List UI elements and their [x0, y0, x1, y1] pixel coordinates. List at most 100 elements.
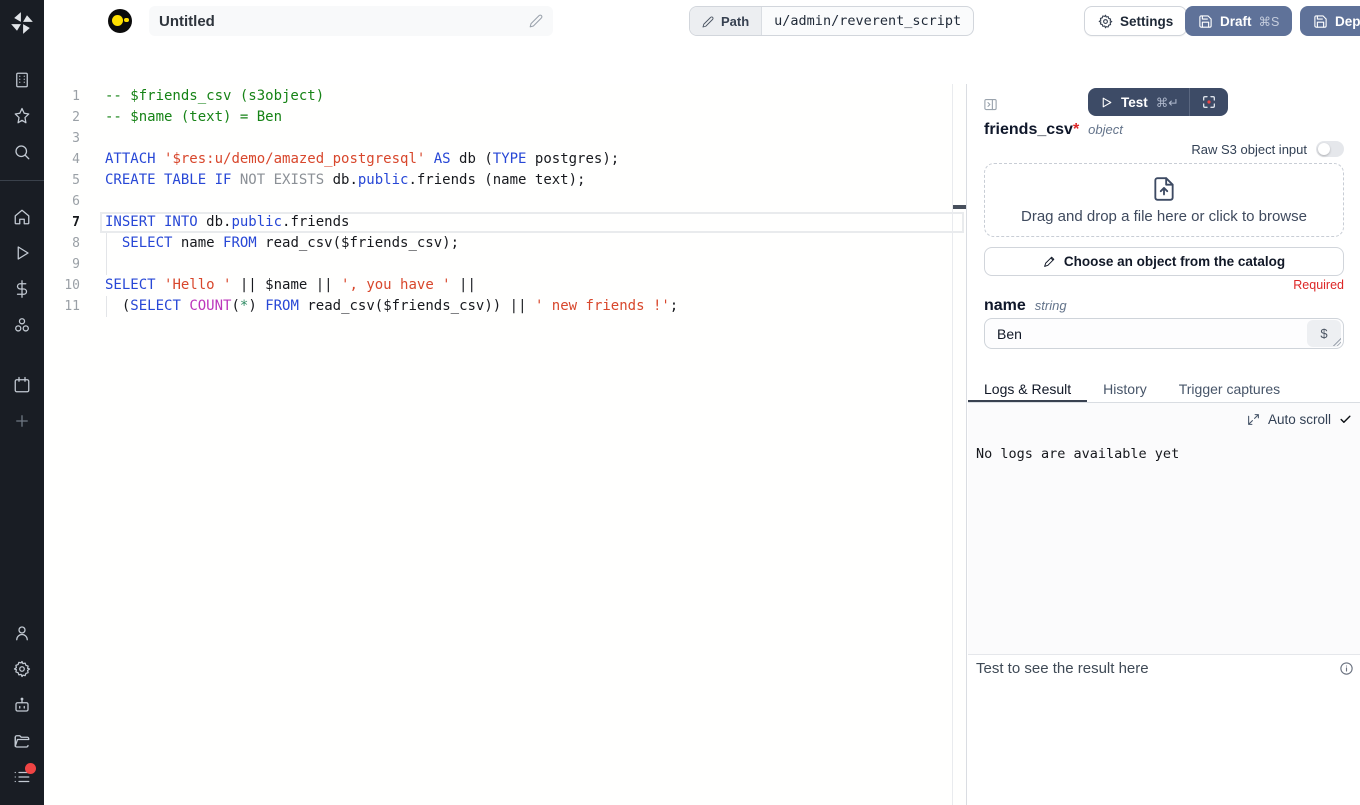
arg-name-label: name string	[984, 297, 1067, 315]
duckdb-language-icon[interactable]	[108, 9, 132, 33]
sidebar-divider	[0, 180, 44, 181]
line-number: 10	[44, 275, 105, 296]
runs-play-icon[interactable]	[13, 244, 31, 262]
code-line: 9	[44, 254, 966, 275]
user-icon[interactable]	[13, 624, 31, 642]
line-number: 5	[44, 170, 105, 191]
logs-area: Auto scroll No logs are available yet	[968, 403, 1360, 654]
collapse-panel-icon[interactable]	[983, 97, 998, 112]
arg-friends-csv-label: friends_csv* object	[984, 121, 1123, 139]
favorites-star-icon[interactable]	[13, 107, 31, 125]
required-asterisk: *	[1073, 121, 1079, 138]
resize-handle[interactable]	[1333, 338, 1341, 346]
line-number: 7	[44, 212, 105, 233]
no-logs-text: No logs are available yet	[976, 446, 1179, 462]
search-icon[interactable]	[13, 143, 31, 161]
schedules-calendar-icon[interactable]	[13, 376, 31, 394]
arg-type: string	[1035, 298, 1067, 313]
code-text: ATTACH '$res:u/demo/amazed_postgresql' A…	[105, 149, 619, 170]
code-line: 2-- $name (text) = Ben	[44, 107, 966, 128]
folders-icon[interactable]	[13, 732, 31, 750]
auto-scroll-toggle[interactable]: Auto scroll	[1247, 412, 1352, 427]
play-icon[interactable]	[1100, 96, 1113, 109]
code-line: 4ATTACH '$res:u/demo/amazed_postgresql' …	[44, 149, 966, 170]
settings-button[interactable]: Settings	[1084, 6, 1187, 36]
raw-s3-label: Raw S3 object input	[1191, 142, 1307, 157]
code-text: INSERT INTO db.public.friends	[105, 212, 349, 233]
dropzone-text: Drag and drop a file here or click to br…	[1021, 208, 1307, 225]
pipette-icon	[1043, 255, 1056, 268]
result-placeholder-row: Test to see the result here	[976, 660, 1354, 677]
code-line: 11 (SELECT COUNT(*) FROM read_csv($frien…	[44, 296, 966, 317]
indent-guide	[106, 254, 107, 275]
editor-toolbar: Reset ± Library Use VScode	[44, 42, 1360, 84]
line-number: 2	[44, 107, 105, 128]
code-line: 7INSERT INTO db.public.friends	[44, 212, 966, 233]
required-badge: Required	[1293, 278, 1344, 292]
test-button-group: Test ⌘↵	[1088, 88, 1228, 116]
draft-button[interactable]: Draft ⌘S	[1185, 6, 1292, 36]
arg-name: name	[984, 297, 1026, 315]
raw-s3-toggle[interactable]	[1316, 141, 1344, 157]
code-line: 10SELECT 'Hello ' || $name || ', you hav…	[44, 275, 966, 296]
draft-shortcut: ⌘S	[1259, 14, 1280, 29]
code-line: 8 SELECT name FROM read_csv($friends_csv…	[44, 233, 966, 254]
path-value: u/admin/reverent_script	[762, 7, 973, 35]
save-icon	[1198, 14, 1213, 29]
overview-ruler-cursor-marker	[953, 205, 966, 209]
settings-gear-icon[interactable]	[13, 660, 31, 678]
result-divider	[968, 654, 1360, 655]
line-number: 3	[44, 128, 105, 149]
sidebar	[0, 0, 44, 805]
add-plus-icon[interactable]	[13, 412, 31, 430]
info-icon[interactable]	[1339, 661, 1354, 676]
workers-robot-icon[interactable]	[13, 696, 31, 714]
expand-icon	[1247, 413, 1260, 426]
gear-icon	[1098, 14, 1113, 29]
file-dropzone[interactable]: Drag and drop a file here or click to br…	[984, 163, 1344, 237]
test-button[interactable]: Test	[1121, 95, 1148, 110]
workspace-icon[interactable]	[13, 71, 31, 89]
arg-name: friends_csv	[984, 121, 1073, 138]
resources-icon[interactable]	[13, 316, 31, 334]
code-line: 1-- $friends_csv (s3object)	[44, 86, 966, 107]
line-number: 9	[44, 254, 105, 275]
line-number: 1	[44, 86, 105, 107]
deploy-button[interactable]: Deploy	[1300, 6, 1360, 36]
save-icon	[1313, 14, 1328, 29]
test-panel: Test ⌘↵ friends_csv* object Raw S3 objec…	[968, 84, 1360, 805]
code-text: CREATE TABLE IF NOT EXISTS db.public.fri…	[105, 170, 585, 191]
capture-button[interactable]	[1194, 90, 1224, 114]
result-tabs: Logs & Result History Trigger captures	[968, 378, 1360, 403]
script-title-input[interactable]: Untitled	[149, 6, 553, 36]
code-line: 6	[44, 191, 966, 212]
check-icon	[1339, 413, 1352, 426]
edit-title-pencil-icon[interactable]	[529, 14, 543, 28]
line-number: 8	[44, 233, 105, 254]
line-number: 6	[44, 191, 105, 212]
audit-logs-list-icon[interactable]	[13, 768, 31, 786]
indent-guide	[106, 233, 107, 254]
result-placeholder: Test to see the result here	[976, 660, 1149, 677]
name-input-field[interactable]: Ben $	[984, 318, 1344, 349]
choose-object-label: Choose an object from the catalog	[1064, 254, 1285, 269]
tab-history[interactable]: History	[1087, 378, 1163, 402]
test-shortcut: ⌘↵	[1156, 95, 1179, 110]
choose-object-button[interactable]: Choose an object from the catalog	[984, 247, 1344, 276]
file-upload-icon	[1151, 176, 1177, 202]
code-line: 3	[44, 128, 966, 149]
tab-logs-result[interactable]: Logs & Result	[968, 378, 1087, 402]
tab-trigger-captures[interactable]: Trigger captures	[1163, 378, 1296, 402]
settings-label: Settings	[1120, 14, 1173, 29]
notification-dot	[25, 763, 36, 774]
code-rows: 1-- $friends_csv (s3object)2-- $name (te…	[44, 86, 966, 317]
path-button[interactable]: Path u/admin/reverent_script	[689, 6, 974, 36]
code-editor[interactable]: 1-- $friends_csv (s3object)2-- $name (te…	[44, 84, 967, 805]
home-icon[interactable]	[13, 208, 31, 226]
edit-path-pencil-icon	[702, 15, 714, 27]
code-line: 5CREATE TABLE IF NOT EXISTS db.public.fr…	[44, 170, 966, 191]
line-number: 11	[44, 296, 105, 317]
draft-label: Draft	[1220, 14, 1252, 29]
variables-dollar-icon[interactable]	[13, 280, 31, 298]
windmill-logo-icon[interactable]	[9, 10, 35, 36]
